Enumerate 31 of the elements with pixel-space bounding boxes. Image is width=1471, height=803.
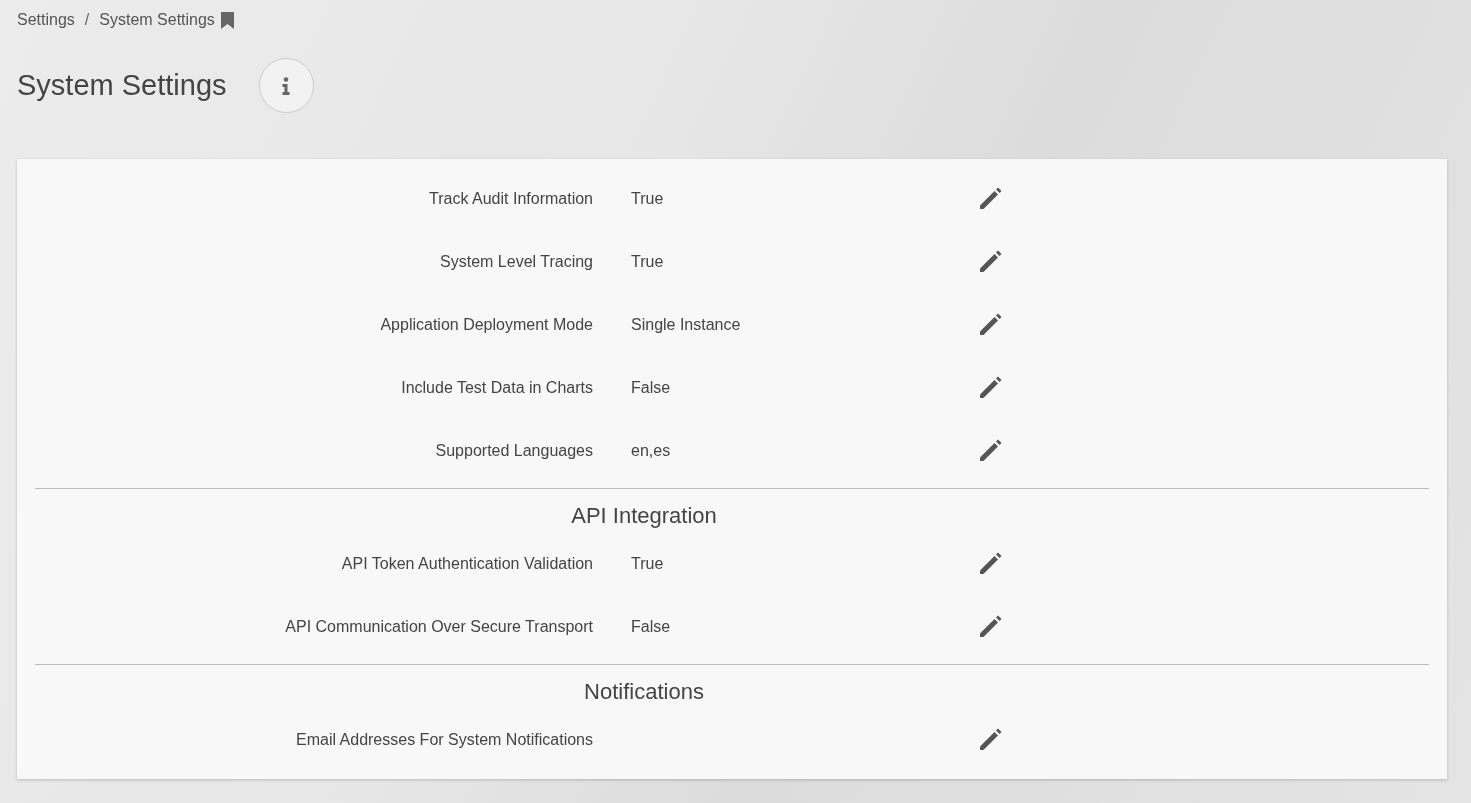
setting-label: System Level Tracing (439, 251, 593, 272)
setting-value: False (631, 616, 672, 637)
setting-label: Supported Languages (434, 440, 593, 461)
bookmark-icon[interactable] (220, 11, 234, 29)
edit-button[interactable] (977, 437, 1003, 464)
edit-button[interactable] (977, 550, 1003, 577)
setting-value: False (631, 377, 672, 398)
setting-label: Email Addresses For System Notifications (295, 729, 593, 750)
setting-label: Application Deployment Mode (379, 314, 593, 335)
setting-value: True (631, 188, 665, 209)
setting-value: True (631, 251, 665, 272)
setting-value: Single Instance (631, 314, 742, 335)
setting-value: True (631, 553, 665, 574)
breadcrumb-separator: / (84, 10, 90, 30)
setting-label: Include Test Data in Charts (400, 377, 593, 398)
edit-button[interactable] (977, 374, 1003, 401)
edit-button[interactable] (977, 726, 1003, 753)
edit-button[interactable] (977, 311, 1003, 338)
page-title: System Settings (17, 68, 227, 103)
section-heading: Notifications (583, 678, 705, 706)
setting-label: API Token Authentication Validation (340, 553, 593, 574)
setting-label: API Communication Over Secure Transport (284, 616, 593, 637)
edit-button[interactable] (977, 185, 1003, 212)
edit-button[interactable] (977, 248, 1003, 275)
info-icon (282, 76, 291, 95)
section-heading: API Integration (570, 502, 718, 530)
breadcrumb-item[interactable]: Settings (17, 8, 75, 32)
setting-label: Track Audit Information (428, 188, 593, 209)
edit-button[interactable] (977, 613, 1003, 640)
breadcrumb-item: System Settings (99, 10, 215, 30)
setting-value: en,es (631, 440, 672, 461)
